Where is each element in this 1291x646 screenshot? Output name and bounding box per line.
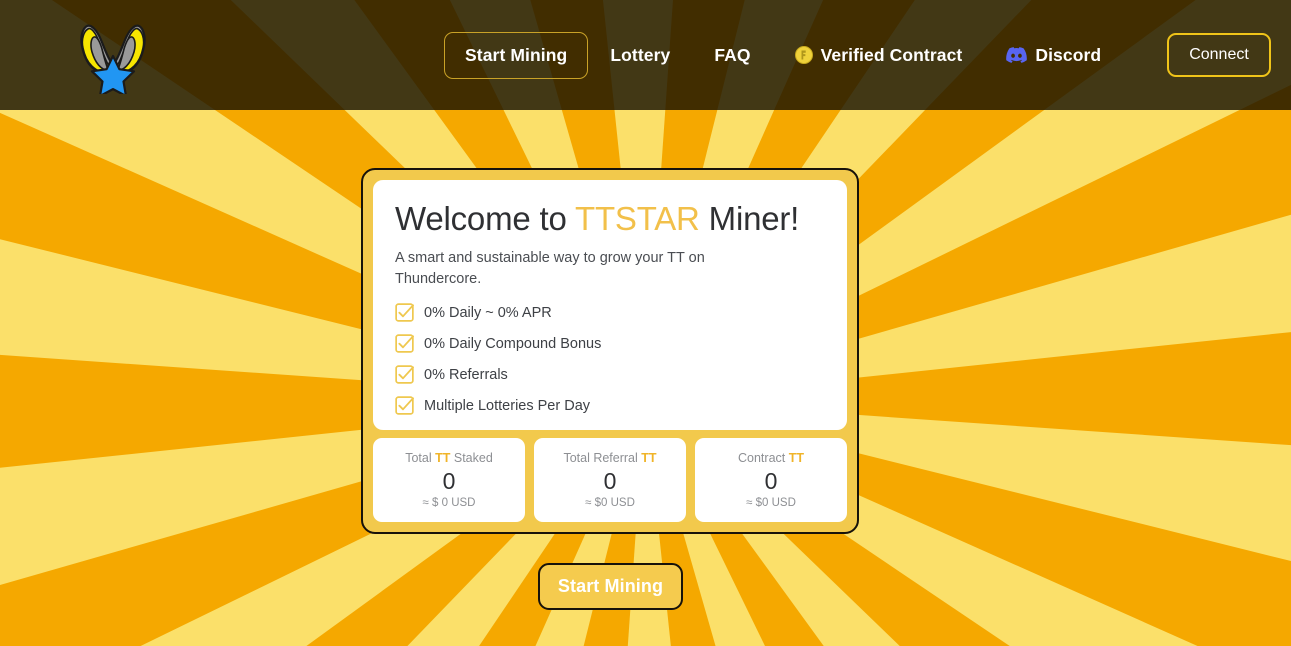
hero-card: Welcome to TTSTAR Miner! A smart and sus… xyxy=(361,168,859,534)
nav-label-verified-contract: Verified Contract xyxy=(820,44,963,65)
stat-label-prefix: Total Referral xyxy=(563,450,642,465)
nav-label-lottery: Lottery xyxy=(610,44,671,65)
nav-item-verified-contract[interactable]: Verified Contract xyxy=(773,33,985,78)
checkbox-checked-icon xyxy=(395,334,414,353)
stat-usd-value: ≈ $0 USD xyxy=(585,497,635,510)
nav-item-start-mining[interactable]: Start Mining xyxy=(444,31,589,79)
stat-usd-value: ≈ $ 0 USD xyxy=(422,497,476,510)
main-navigation: Start Mining Lottery FAQ Verified Contra… xyxy=(444,0,1271,110)
feature-item: 0% Referrals xyxy=(395,365,825,384)
stat-total-staked: Total TT Staked 0 ≈ $ 0 USD xyxy=(373,438,525,522)
welcome-subtitle: A smart and sustainable way to grow your… xyxy=(395,249,705,287)
stat-value: 0 xyxy=(442,467,456,494)
coin-icon xyxy=(794,46,813,64)
stat-label-prefix: Contract xyxy=(738,450,789,465)
stat-label: Total Referral TT xyxy=(563,451,656,465)
feature-label: 0% Daily ~ 0% APR xyxy=(424,304,552,321)
nav-item-faq[interactable]: FAQ xyxy=(692,33,772,78)
tt-token-label: TT xyxy=(641,450,657,465)
page-title: Welcome to TTSTAR Miner! xyxy=(395,200,825,238)
main-content: Welcome to TTSTAR Miner! A smart and sus… xyxy=(0,110,1291,646)
discord-icon xyxy=(1006,47,1028,63)
checkbox-checked-icon xyxy=(395,303,414,322)
feature-label: Multiple Lotteries Per Day xyxy=(424,397,591,414)
stat-usd-value: ≈ $0 USD xyxy=(746,497,796,510)
title-suffix: Miner! xyxy=(699,200,800,237)
site-header: Start Mining Lottery FAQ Verified Contra… xyxy=(0,0,1291,110)
start-mining-cta-button[interactable]: Start Mining xyxy=(538,563,683,610)
stat-value: 0 xyxy=(764,467,778,494)
nav-item-discord[interactable]: Discord xyxy=(984,33,1123,78)
nav-label-discord: Discord xyxy=(1035,44,1102,65)
tt-token-label: TT xyxy=(435,450,451,465)
site-logo[interactable] xyxy=(75,16,151,94)
feature-item: 0% Daily Compound Bonus xyxy=(395,334,825,353)
stat-label: Total TT Staked xyxy=(405,451,493,465)
feature-label: 0% Referrals xyxy=(424,366,508,383)
stat-label-suffix: Staked xyxy=(450,450,493,465)
stat-value: 0 xyxy=(603,467,617,494)
nav-label-faq: FAQ xyxy=(714,44,751,65)
connect-wallet-button[interactable]: Connect xyxy=(1167,33,1271,77)
welcome-panel: Welcome to TTSTAR Miner! A smart and sus… xyxy=(373,180,847,430)
nav-item-lottery[interactable]: Lottery xyxy=(588,33,692,78)
tt-token-label: TT xyxy=(788,450,804,465)
feature-item: 0% Daily ~ 0% APR xyxy=(395,303,825,322)
nav-label-start-mining: Start Mining xyxy=(465,44,568,65)
stat-contract: Contract TT 0 ≈ $0 USD xyxy=(695,438,847,522)
feature-item: Multiple Lotteries Per Day xyxy=(395,396,825,415)
checkbox-checked-icon xyxy=(395,396,414,415)
winged-star-icon xyxy=(80,24,146,94)
feature-label: 0% Daily Compound Bonus xyxy=(424,335,602,352)
checkbox-checked-icon xyxy=(395,365,414,384)
stat-label-prefix: Total xyxy=(405,450,436,465)
feature-list: 0% Daily ~ 0% APR 0% Daily Compound Bonu… xyxy=(395,303,825,415)
stats-row: Total TT Staked 0 ≈ $ 0 USD Total Referr… xyxy=(373,438,847,522)
title-brand: TTSTAR xyxy=(575,200,700,237)
title-prefix: Welcome to xyxy=(395,200,575,237)
stat-label: Contract TT xyxy=(738,451,804,465)
stat-total-referral: Total Referral TT 0 ≈ $0 USD xyxy=(534,438,686,522)
